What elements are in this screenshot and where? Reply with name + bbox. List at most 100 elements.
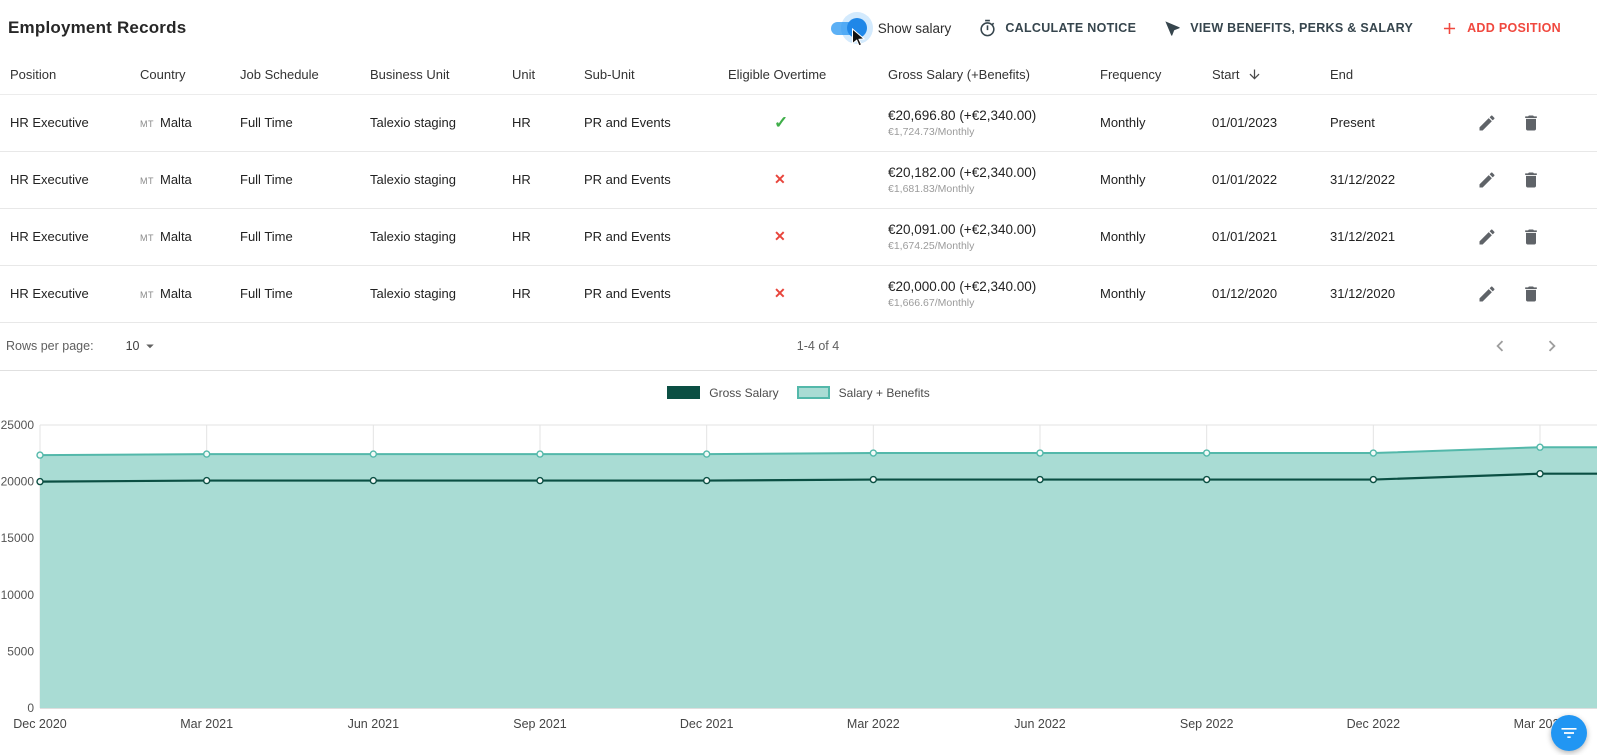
delete-position-button[interactable]	[1521, 170, 1541, 190]
cell-gross-salary: €20,000.00 (+€2,340.00) €1,666.67/Monthly	[880, 265, 1092, 323]
dropdown-caret-icon	[146, 344, 155, 349]
gross-salary-value: €20,000.00 (+€2,340.00)	[888, 278, 1037, 294]
svg-text:Jun 2021: Jun 2021	[348, 717, 399, 731]
cell-end: 31/12/2021	[1322, 208, 1440, 266]
column-header-country[interactable]: Country	[132, 56, 232, 95]
gross-salary-value: €20,182.00 (+€2,340.00)	[888, 164, 1037, 180]
svg-text:25000: 25000	[1, 418, 35, 432]
column-header-actions[interactable]	[1440, 56, 1597, 95]
timer-icon	[980, 19, 995, 36]
edit-position-button[interactable]	[1477, 113, 1497, 133]
svg-text:Sep 2021: Sep 2021	[513, 717, 567, 731]
column-header-label: Gross Salary (+Benefits)	[888, 67, 1030, 83]
country-code: MT	[140, 176, 154, 186]
cell-unit: HR	[504, 265, 576, 323]
svg-text:10000: 10000	[1, 587, 35, 601]
show-salary-toggle-group: Show salary	[829, 18, 952, 47]
column-header-label: Unit	[512, 67, 536, 83]
cell-country: MT Malta	[132, 94, 232, 152]
employment-table-section: Position Country Job Schedule Business Unit…	[0, 56, 1597, 323]
pagination-range: 1-4 of 4	[796, 339, 840, 353]
column-header-label: Job Schedule	[240, 67, 319, 83]
column-header-business-unit[interactable]: Business Unit	[362, 56, 504, 95]
cell-business-unit: Talexio staging	[362, 151, 504, 209]
pager	[1489, 335, 1563, 357]
add-position-button[interactable]: ADD POSITION	[1440, 19, 1561, 38]
country-code: MT	[140, 119, 154, 129]
rows-per-page-select[interactable]: 10	[120, 336, 166, 356]
cell-start: 01/01/2023	[1204, 94, 1322, 152]
cell-eligible-overtime: ✕	[720, 151, 880, 209]
cell-eligible-overtime: ✓	[720, 94, 880, 152]
column-header-label: Country	[140, 67, 186, 83]
sort-desc-icon	[1249, 69, 1260, 80]
cell-eligible-overtime: ✕	[720, 208, 880, 266]
cross-icon: ✕	[774, 228, 786, 244]
svg-text:Mar 2022: Mar 2022	[847, 717, 900, 731]
delete-position-button[interactable]	[1521, 284, 1541, 304]
column-header-label: Position	[10, 67, 57, 83]
column-header-unit[interactable]: Unit	[504, 56, 576, 95]
column-header-job-schedule[interactable]: Job Schedule	[232, 56, 362, 95]
edit-position-button[interactable]	[1477, 284, 1497, 304]
delete-trash-icon	[1525, 172, 1537, 187]
monthly-salary-value: €1,724.73/Monthly	[888, 125, 975, 138]
previous-page-button[interactable]	[1489, 335, 1511, 357]
delete-position-button[interactable]	[1521, 113, 1541, 133]
view-benefits-button[interactable]: VIEW BENEFITS, PERKS & SALARY	[1163, 19, 1413, 38]
column-header-eligible-overtime[interactable]: Eligible Overtime	[720, 56, 880, 95]
svg-text:Dec 2021: Dec 2021	[680, 717, 734, 731]
column-header-label: Business Unit	[370, 67, 450, 83]
column-header-end[interactable]: End	[1322, 56, 1440, 95]
delete-position-button[interactable]	[1521, 227, 1541, 247]
next-page-button[interactable]	[1541, 335, 1563, 357]
cell-start: 01/01/2021	[1204, 208, 1322, 266]
cell-sub-unit: PR and Events	[576, 208, 720, 266]
show-salary-toggle[interactable]	[829, 18, 867, 38]
cell-job-schedule: Full Time	[232, 151, 362, 209]
cell-unit: HR	[504, 151, 576, 209]
chart-legend: Gross Salary Salary + Benefits	[0, 371, 1597, 415]
column-header-sub-unit[interactable]: Sub-Unit	[576, 56, 720, 95]
calculate-notice-button[interactable]: CALCULATE NOTICE	[978, 19, 1136, 38]
monthly-salary-value: €1,666.67/Monthly	[888, 296, 975, 309]
filter-fab-button[interactable]	[1551, 715, 1587, 751]
cell-actions	[1440, 151, 1597, 209]
column-header-label: Start	[1212, 67, 1240, 83]
cross-icon: ✕	[774, 285, 786, 301]
near-me-icon	[1165, 20, 1180, 36]
cell-country: MT Malta	[132, 151, 232, 209]
legend-label-gross: Gross Salary	[709, 385, 779, 400]
cell-position: HR Executive	[0, 265, 132, 323]
country-code: MT	[140, 290, 154, 300]
cross-icon: ✕	[774, 171, 786, 187]
show-salary-label: Show salary	[877, 20, 952, 36]
legend-label-benefits: Salary + Benefits	[838, 385, 930, 400]
svg-text:Jun 2022: Jun 2022	[1014, 717, 1065, 731]
cell-gross-salary: €20,182.00 (+€2,340.00) €1,681.83/Monthly	[880, 151, 1092, 209]
cell-end: Present	[1322, 94, 1440, 152]
view-benefits-label: VIEW BENEFITS, PERKS & SALARY	[1190, 21, 1414, 35]
column-header-gross-salary-benefits[interactable]: Gross Salary (+Benefits)	[880, 56, 1092, 95]
cell-sub-unit: PR and Events	[576, 151, 720, 209]
edit-pencil-icon	[1479, 285, 1495, 301]
column-header-frequency[interactable]: Frequency	[1092, 56, 1204, 95]
cell-actions	[1440, 94, 1597, 152]
topbar: Employment Records Show salary CALCULATE…	[0, 0, 1597, 56]
cell-sub-unit: PR and Events	[576, 265, 720, 323]
edit-position-button[interactable]	[1477, 170, 1497, 190]
rows-per-page-label: Rows per page:	[6, 339, 94, 353]
edit-position-button[interactable]	[1477, 227, 1497, 247]
cell-unit: HR	[504, 208, 576, 266]
legend-item-gross-salary: Gross Salary	[667, 385, 779, 400]
cell-job-schedule: Full Time	[232, 208, 362, 266]
legend-swatch-benefits	[796, 386, 830, 399]
column-header-position[interactable]: Position	[0, 56, 132, 95]
svg-text:Dec 2022: Dec 2022	[1347, 717, 1401, 731]
table-row: HR Executive MT Malta Full Time Talexio stag…	[0, 265, 1597, 323]
topbar-actions: Show salary CALCULATE NOTICE VIEW BENEFI…	[829, 18, 1561, 47]
svg-text:0: 0	[27, 701, 34, 715]
cell-frequency: Monthly	[1092, 151, 1204, 209]
column-header-start[interactable]: Start	[1204, 56, 1322, 95]
calculate-notice-label: CALCULATE NOTICE	[1005, 21, 1137, 35]
